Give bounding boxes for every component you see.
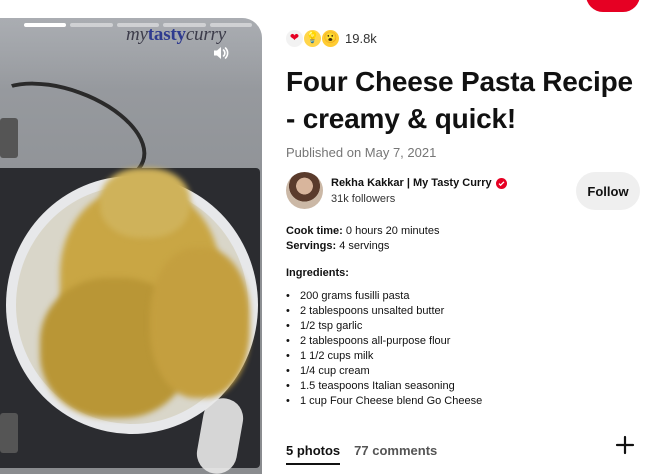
tab-comments[interactable]: 77 comments: [354, 443, 437, 465]
list-item: 1/2 tsp garlic: [286, 319, 482, 334]
pin-title: Four Cheese Pasta Recipe - creamy & quic…: [286, 66, 633, 134]
list-item: 1/4 cup cream: [286, 364, 482, 379]
cook-time-value: 0 hours 20 minutes: [342, 225, 440, 237]
video-frame-pasta: [100, 168, 190, 238]
lightbulb-icon: 💡: [304, 30, 321, 47]
recipe-meta: Cook time: 0 hours 20 minutes Servings: …: [286, 224, 439, 254]
list-item: 2 tablespoons all-purpose flour: [286, 334, 482, 349]
watermark-part: my: [126, 24, 148, 45]
wow-face-icon: 😮: [322, 30, 339, 47]
list-item: 1 1/2 cups milk: [286, 349, 482, 364]
video-frame-knob: [0, 413, 18, 453]
watermark-part: curry: [185, 24, 226, 45]
content-tabs: 5 photos 77 comments: [286, 443, 437, 465]
reactions-summary[interactable]: ❤ 💡 😮 19.8k: [286, 30, 377, 47]
servings-row: Servings: 4 servings: [286, 239, 439, 254]
watermark-part: tasty: [147, 24, 186, 45]
author-name-text[interactable]: Rekha Kakkar | My Tasty Curry: [331, 177, 492, 189]
list-item: 200 grams fusilli pasta: [286, 289, 482, 304]
follow-button[interactable]: Follow: [576, 172, 640, 210]
speaker-icon[interactable]: [212, 44, 230, 62]
video-player[interactable]: mytastycurry: [0, 18, 262, 474]
cook-time-label: Cook time:: [286, 225, 343, 237]
progress-segment: [70, 23, 113, 27]
progress-segment: [24, 23, 67, 27]
pin-detail-page: mytastycurry ❤ 💡 😮 19.8k Four Cheese Pas…: [0, 0, 654, 474]
cook-time-row: Cook time: 0 hours 20 minutes: [286, 224, 439, 239]
heart-icon: ❤: [286, 30, 303, 47]
save-button[interactable]: [586, 0, 640, 12]
plus-icon[interactable]: [614, 434, 636, 456]
video-frame-pasta: [150, 248, 250, 398]
servings-value: 4 servings: [336, 240, 390, 252]
list-item: 2 tablespoons unsalted butter: [286, 304, 482, 319]
brand-watermark: mytastycurry: [126, 24, 226, 46]
list-item: 1 cup Four Cheese blend Go Cheese: [286, 394, 482, 409]
follower-count: 31k followers: [331, 193, 396, 205]
published-date: Published on May 7, 2021: [286, 145, 437, 160]
video-frame-knob: [0, 118, 18, 158]
avatar[interactable]: [286, 172, 323, 209]
verified-icon: [495, 177, 507, 189]
reactions-count: 19.8k: [345, 31, 377, 46]
author-name[interactable]: Rekha Kakkar | My Tasty Curry: [331, 177, 507, 189]
servings-label: Servings:: [286, 240, 337, 252]
ingredients-heading: Ingredients:: [286, 267, 349, 279]
tab-photos[interactable]: 5 photos: [286, 443, 341, 465]
ingredients-list: 200 grams fusilli pasta 2 tablespoons un…: [286, 289, 482, 409]
list-item: 1.5 teaspoons Italian seasoning: [286, 379, 482, 394]
